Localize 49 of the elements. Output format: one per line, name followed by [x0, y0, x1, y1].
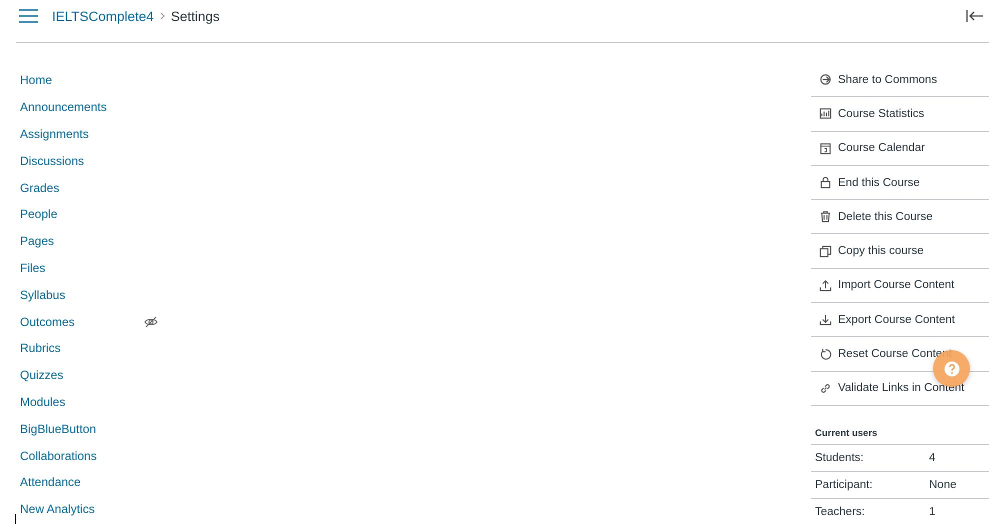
user-role-label: Participant: — [815, 478, 874, 491]
help-icon — [944, 360, 960, 376]
copy-icon — [819, 244, 832, 258]
reset-icon — [819, 348, 832, 361]
nav-link[interactable]: Home — [20, 67, 160, 94]
nav-link[interactable]: People — [20, 200, 160, 228]
nav-link[interactable]: Files — [20, 254, 160, 282]
user-role-label: Teachers: — [815, 506, 866, 518]
sidebar-action-link[interactable]: Course Statistics — [811, 97, 989, 132]
chart-icon — [819, 107, 832, 120]
sidebar-action-link[interactable]: End this Course — [811, 166, 989, 200]
lock-icon — [819, 176, 832, 190]
trash-icon — [819, 210, 832, 224]
breadcrumb-link[interactable]: IELTSComplete4 — [52, 8, 154, 24]
download-icon — [819, 313, 832, 326]
nav-link[interactable]: Quizzes — [20, 362, 160, 389]
nav-link[interactable]: Collaborations — [20, 442, 160, 469]
sidebar-action-link[interactable]: Import Course Content — [811, 268, 989, 304]
hidden-eye-icon — [144, 316, 158, 328]
menu-icon[interactable] — [19, 9, 38, 23]
collapse-icon[interactable] — [966, 10, 984, 22]
sidebar-action-link[interactable]: Copy this course — [811, 234, 989, 269]
user-count: 4 — [929, 452, 936, 464]
nav-link[interactable]: Outcomes — [20, 308, 160, 335]
nav-link[interactable]: Discussions — [20, 147, 160, 174]
sidebar-action-link[interactable]: Delete this Course — [811, 200, 989, 234]
nav-link[interactable]: Announcements — [20, 94, 160, 121]
user-count: None — [929, 478, 956, 491]
nav-link[interactable]: Modules — [20, 388, 160, 416]
sidebar-action-link[interactable]: Export Course Content — [811, 303, 989, 338]
nav-link[interactable]: Attendance — [20, 468, 160, 496]
nav-link[interactable]: Grades — [20, 174, 160, 201]
nav-link[interactable]: Syllabus — [20, 281, 160, 308]
upload-icon — [819, 278, 832, 292]
nav-link[interactable]: New Analytics — [20, 496, 160, 523]
breadcrumb-current: Settings — [170, 8, 220, 24]
sidebar-action-link[interactable]: Share to Commons — [811, 63, 989, 98]
user-role-label: Students: — [815, 452, 865, 464]
chevron-icon — [160, 12, 165, 20]
arrow-circle-icon — [819, 73, 832, 86]
link-icon — [819, 382, 832, 395]
user-count: 1 — [929, 506, 936, 518]
nav-link[interactable]: Assignments — [20, 120, 160, 148]
calendar-icon — [819, 142, 832, 155]
nav-link[interactable]: BigBlueButton — [20, 415, 160, 442]
sidebar-action-link[interactable]: Course Calendar — [811, 132, 989, 166]
nav-link[interactable]: Pages — [20, 228, 160, 255]
nav-link[interactable]: Rubrics — [20, 334, 160, 362]
section-heading: Current users — [811, 406, 989, 445]
